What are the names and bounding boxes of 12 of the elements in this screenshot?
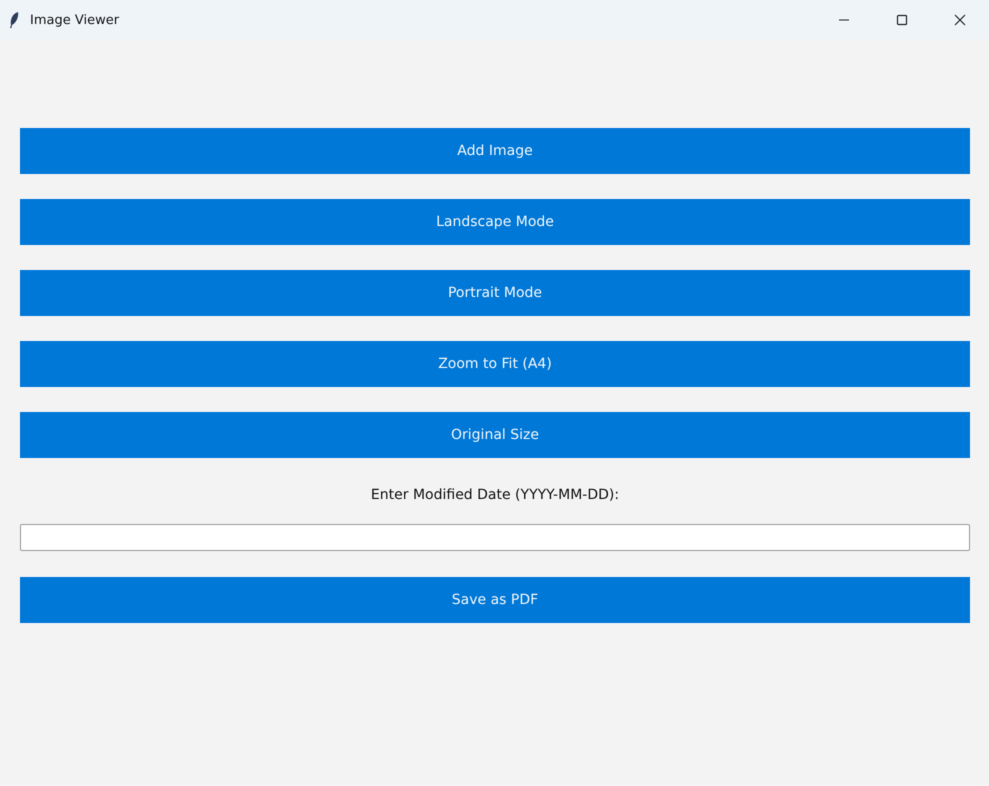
action-button[interactable]: Zoom to Fit (A4) xyxy=(20,341,970,387)
date-label: Enter Modified Date (YYYY-MM-DD): xyxy=(370,487,620,503)
action-button[interactable]: Landscape Mode xyxy=(20,199,970,245)
action-button[interactable]: Save as PDF xyxy=(20,577,970,623)
feather-icon xyxy=(8,11,20,29)
action-button[interactable]: Add Image xyxy=(20,128,970,174)
maximize-icon[interactable] xyxy=(896,14,908,26)
date-input-field[interactable] xyxy=(20,524,970,551)
action-button[interactable]: Portrait Mode xyxy=(20,270,970,316)
close-icon[interactable] xyxy=(954,14,966,26)
action-button[interactable]: Original Size xyxy=(20,412,970,458)
window-title: Image Viewer xyxy=(30,12,120,28)
